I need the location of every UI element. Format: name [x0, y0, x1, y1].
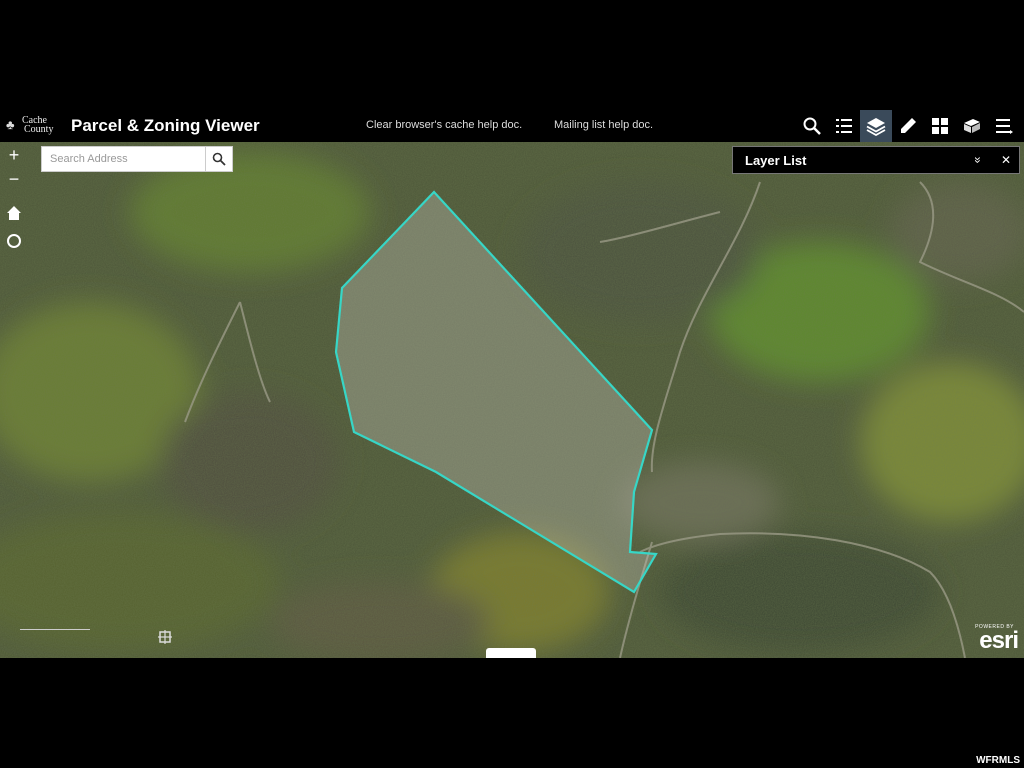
scale-bar [20, 626, 90, 630]
zoom-out-button[interactable]: − [3, 168, 25, 190]
logo-line-2: County [24, 124, 54, 135]
map-view[interactable]: + − Layer List » ✕ POWERED BY esri [0, 142, 1024, 658]
search-icon [212, 152, 226, 166]
panel-collapse-button[interactable]: » [969, 151, 987, 169]
search-icon [803, 117, 821, 135]
app-title: Parcel & Zoning Viewer [71, 116, 260, 135]
county-logo[interactable]: ♣ Cache County [6, 116, 64, 138]
search-submit-button[interactable] [205, 147, 232, 171]
home-icon [7, 206, 21, 220]
zoom-in-button[interactable]: + [3, 144, 25, 166]
ruler-pencil-icon [901, 118, 916, 133]
layers-icon [866, 118, 886, 136]
esri-attribution[interactable]: POWERED BY esri [975, 624, 1019, 654]
app-header: ♣ Cache County Parcel & Zoning Viewer Cl… [0, 110, 1024, 142]
locate-button[interactable] [3, 230, 25, 252]
search-tool-button[interactable] [796, 110, 828, 142]
measure-tool-button[interactable] [892, 110, 924, 142]
more-menu-button[interactable] [988, 110, 1020, 142]
clear-cache-help-link[interactable]: Clear browser's cache help doc. [366, 119, 522, 131]
powered-by-text: POWERED BY [975, 624, 1014, 630]
grid-icon [932, 118, 948, 134]
basemap-gallery-tool-button[interactable] [924, 110, 956, 142]
watermark: WFRMLS [976, 755, 1020, 766]
hamburger-menu-icon [996, 119, 1013, 134]
overview-icon [158, 630, 172, 644]
layer-list-panel: Layer List » ✕ [732, 146, 1020, 174]
home-button[interactable] [3, 202, 25, 224]
esri-logo: esri [979, 627, 1019, 654]
panel-close-button[interactable]: ✕ [997, 151, 1015, 169]
legend-list-icon [836, 119, 852, 133]
mailing-list-help-link[interactable]: Mailing list help doc. [554, 119, 653, 131]
legend-tool-button[interactable] [828, 110, 860, 142]
panel-title: Layer List [745, 153, 807, 168]
satellite-imagery [0, 142, 1024, 658]
overview-map-button[interactable] [154, 626, 176, 648]
search-input[interactable] [42, 147, 206, 171]
attribute-table-toggle[interactable] [486, 648, 536, 658]
print-icon [964, 119, 980, 133]
address-search [41, 146, 233, 172]
print-tool-button[interactable] [956, 110, 988, 142]
tree-icon: ♣ [6, 117, 15, 132]
app-window: ♣ Cache County Parcel & Zoning Viewer Cl… [0, 110, 1024, 658]
locate-icon [7, 234, 21, 248]
layer-list-tool-button[interactable] [860, 110, 892, 142]
